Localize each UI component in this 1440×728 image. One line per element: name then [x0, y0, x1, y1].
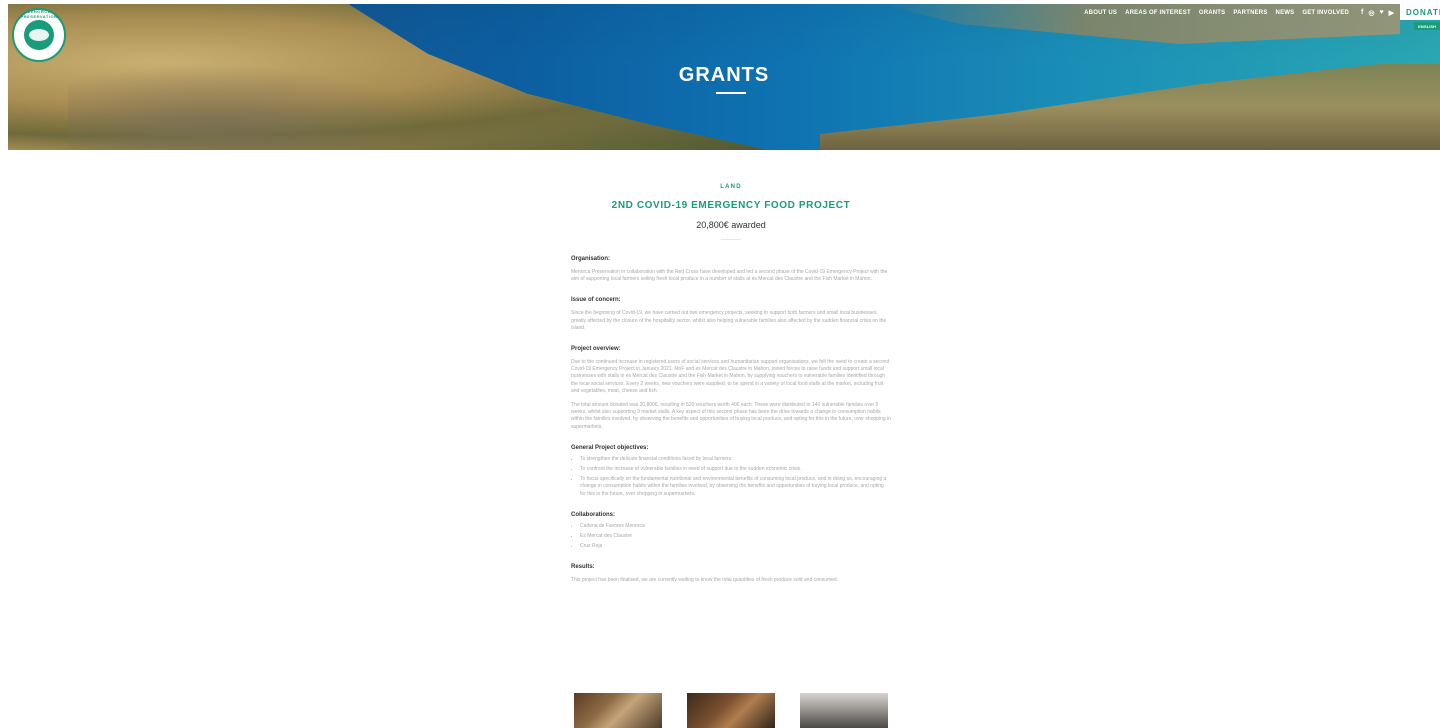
- list-item: Es Mercat des Claustre: [580, 533, 891, 540]
- gallery-image[interactable]: [687, 693, 775, 728]
- nav-partners[interactable]: PARTNERS: [1233, 10, 1267, 16]
- language-selector[interactable]: ENGLISH: [1414, 22, 1440, 30]
- facebook-icon[interactable]: f: [1361, 9, 1363, 17]
- project-title: 2ND COVID-19 EMERGENCY FOOD PROJECT: [611, 200, 851, 211]
- gallery-image[interactable]: [574, 693, 662, 728]
- objectives-list: To strengthen the delicate financial con…: [571, 456, 891, 498]
- issue-heading: Issue of concern:: [571, 297, 621, 304]
- results-heading: Results:: [571, 564, 595, 571]
- overview-heading: Project overview:: [571, 346, 621, 353]
- menorca-preservation-logo[interactable]: MENORCA PRESERVATION: [12, 8, 66, 62]
- collaborations-list: Cadena de Favores Menorca Es Mercat des …: [571, 523, 891, 551]
- twitter-icon[interactable]: ♥: [1379, 9, 1383, 17]
- title-underline: [716, 92, 746, 94]
- hero-banner: GRANTS: [8, 4, 1440, 150]
- title-divider: [721, 239, 741, 240]
- results-text: This project has been finalised, we are …: [571, 577, 839, 584]
- issue-text: Since the beginning of Covid-19, we have…: [571, 310, 887, 331]
- list-item: To confront the increase of vulnerable f…: [580, 466, 891, 473]
- youtube-icon[interactable]: ▶: [1389, 9, 1394, 17]
- project-category: LAND: [720, 184, 742, 190]
- project-article: LAND 2ND COVID-19 EMERGENCY FOOD PROJECT…: [571, 150, 891, 585]
- objectives-heading: General Project objectives:: [571, 444, 649, 451]
- project-awarded: 20,800€ awarded: [696, 220, 766, 230]
- list-item: Cruz Roja: [580, 543, 891, 550]
- instagram-icon[interactable]: ◎: [1368, 9, 1374, 17]
- collaborations-heading: Collaborations:: [571, 511, 616, 518]
- overview-text-2: The total amount donated was 20,800€, re…: [571, 402, 891, 430]
- list-item: Cadena de Favores Menorca: [580, 523, 891, 530]
- gallery-image[interactable]: [800, 693, 888, 728]
- social-links: f ◎ ♥ ▶: [1361, 9, 1394, 17]
- project-gallery: [574, 693, 888, 728]
- organisation-text: Menorca Preservation in collaboration wi…: [571, 269, 888, 283]
- main-navigation: ABOUT US AREAS OF INTEREST GRANTS PARTNE…: [1084, 9, 1394, 17]
- nav-areas-of-interest[interactable]: AREAS OF INTEREST: [1125, 10, 1191, 16]
- nav-about-us[interactable]: ABOUT US: [1084, 10, 1117, 16]
- nav-grants[interactable]: GRANTS: [1199, 10, 1226, 16]
- organisation-heading: Organisation:: [571, 256, 611, 262]
- logo-lettering: MENORCA PRESERVATION: [20, 9, 58, 19]
- turtle-icon: [29, 29, 49, 41]
- nav-get-involved[interactable]: GET INVOLVED: [1302, 10, 1349, 16]
- nav-news[interactable]: NEWS: [1276, 10, 1295, 16]
- list-item: To focus specifically on the fundamental…: [580, 476, 891, 498]
- overview-text-1: Due to the continued increase in registe…: [571, 359, 890, 394]
- list-item: To strengthen the delicate financial con…: [580, 456, 891, 463]
- donate-button[interactable]: DONATE: [1400, 4, 1440, 20]
- page-title: GRANTS: [678, 64, 770, 86]
